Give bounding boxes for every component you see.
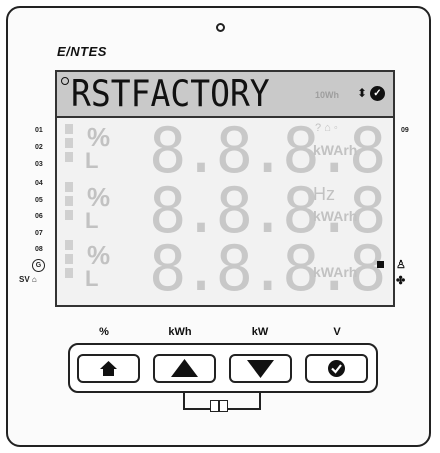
lcd-display: RSTFACTORY 10Wh ⬍ ✓ % L 8.8.8.8 ? ⌂ ◦ kW… [55, 70, 395, 307]
lcd-row-3: % L 8.8.8.8 kWArh [61, 232, 391, 305]
lcd-dot-indicator [61, 77, 69, 85]
arrow-up-icon [171, 359, 198, 377]
indicator-label-03: 03 [35, 161, 43, 168]
home-icon [100, 361, 117, 376]
indicator-label-09: 09 [401, 127, 409, 134]
indicator-label-07: 07 [35, 230, 43, 237]
alarm-icon: ♙ [396, 259, 406, 271]
fan-icon: ✤ [396, 275, 406, 287]
check-icon [328, 360, 345, 377]
down-button[interactable] [229, 354, 292, 383]
lcd-text-bar: RSTFACTORY 10Wh ⬍ ✓ [57, 72, 393, 118]
lcd-main-text: RSTFACTORY [71, 72, 270, 115]
enter-button[interactable] [305, 354, 368, 383]
indicator-label-08: 08 [35, 246, 43, 253]
phase-segment: L [85, 208, 99, 233]
indicator-label-04: 04 [35, 180, 43, 187]
lcd-hz-segment: Hz [313, 184, 335, 204]
up-button[interactable] [153, 354, 216, 383]
keypad [68, 343, 378, 393]
home-button[interactable] [77, 354, 140, 383]
check-icon: ✓ [370, 86, 385, 101]
lcd-ghost-unit: 10Wh [315, 90, 340, 100]
indicator-label-05: 05 [35, 197, 43, 204]
phase-segment: L [85, 266, 99, 291]
lcd-row-2: % L 8.8.8.8 Hz kWArh [61, 174, 391, 247]
indicator-label-02: 02 [35, 144, 43, 151]
lcd-unit-row-1: kWArh [313, 142, 358, 158]
indicator-label-06: 06 [35, 213, 43, 220]
up-down-arrows-icon: ⬍ [357, 86, 368, 100]
key-label-kw: kW [251, 326, 269, 338]
lcd-status-icons: ? ⌂ ◦ [315, 122, 338, 134]
relay-indicator [377, 261, 384, 268]
key-label-percent: % [99, 326, 109, 338]
status-led [216, 23, 225, 32]
phase-segment: L [85, 148, 99, 173]
key-label-kwh: kWh [168, 326, 192, 338]
generator-icon: G [32, 259, 45, 272]
sv-text: SV [19, 275, 30, 284]
brand-logo: E/NTES [57, 44, 107, 59]
sv-label: SV ⌂ [19, 275, 37, 284]
key-label-v: V [333, 326, 341, 338]
lcd-unit-row-2: kWArh [313, 208, 358, 224]
arrow-down-icon [247, 360, 274, 378]
book-icon [210, 400, 228, 412]
lcd-unit-row-3: kWArh [313, 264, 358, 280]
lcd-row-1: % L 8.8.8.8 ? ⌂ ◦ kWArh [61, 114, 391, 187]
indicator-label-01: 01 [35, 127, 43, 134]
